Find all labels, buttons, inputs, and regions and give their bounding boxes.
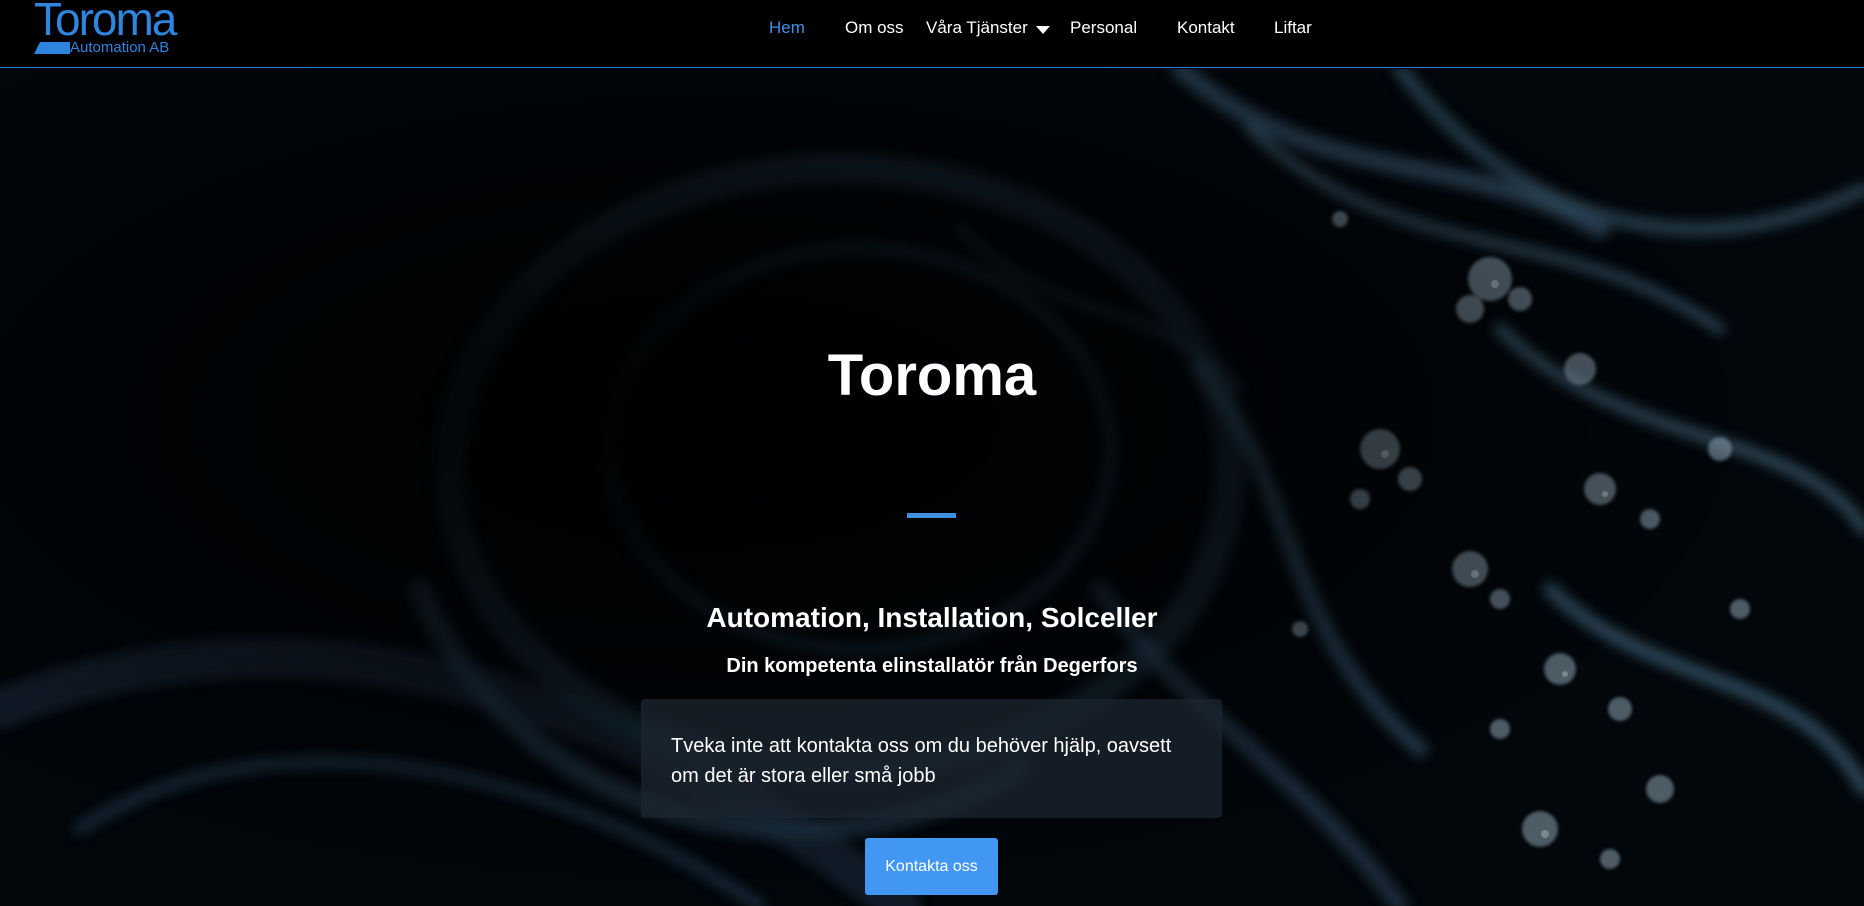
nav-item-personal[interactable]: Personal [1070,18,1137,38]
caret-down-icon [1035,26,1050,34]
hero-divider [907,513,956,518]
hero-info-text: Tveka inte att kontakta oss om du behöve… [671,735,1172,787]
hero-tagline: Din kompetenta elinstallatör från Degerf… [726,655,1138,677]
nav-item-vara-tjanster[interactable]: Våra Tjänster [926,18,1050,38]
main-nav: Hem Om oss Våra Tjänster Personal Kontak… [0,18,1864,48]
nav-item-liftar[interactable]: Liftar [1274,18,1312,38]
nav-item-vara-tjanster-label: Våra Tjänster [926,18,1028,37]
hero-info-box: Tveka inte att kontakta oss om du behöve… [641,699,1222,818]
hero-section: Toroma Automation, Installation, Solcell… [0,69,1864,906]
nav-item-kontakt[interactable]: Kontakt [1177,18,1235,38]
hero-title: Toroma [827,343,1037,408]
contact-us-button[interactable]: Kontakta oss [865,838,998,895]
hero-subtitle: Automation, Installation, Solceller [706,602,1158,633]
site-header: Toroma Automation AB Hem Om oss Våra Tjä… [0,0,1864,68]
nav-item-hem[interactable]: Hem [769,18,805,38]
nav-item-om-oss[interactable]: Om oss [845,18,904,38]
page: Toroma Automation AB Hem Om oss Våra Tjä… [0,0,1864,906]
